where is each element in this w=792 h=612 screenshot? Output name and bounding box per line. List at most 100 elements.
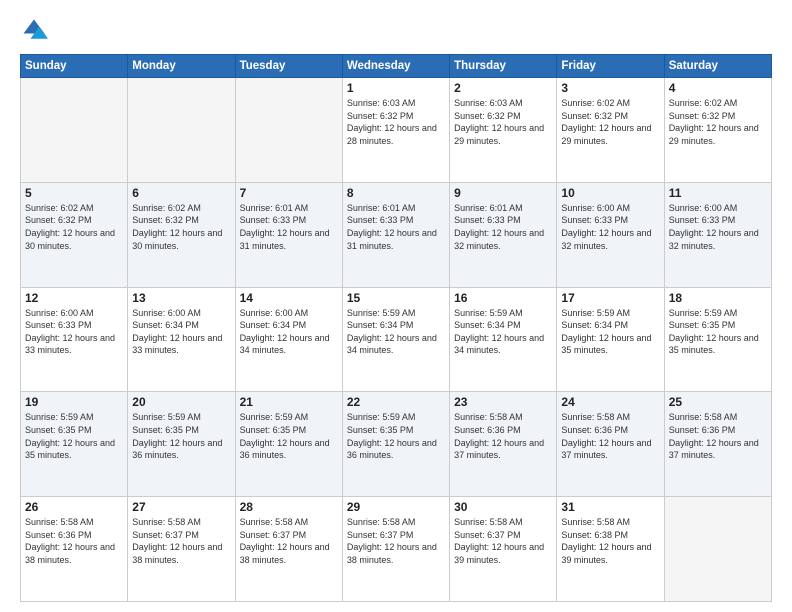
day-number: 20 — [132, 395, 230, 409]
logo-icon — [20, 16, 48, 44]
weekday-header: Wednesday — [342, 55, 449, 78]
page: SundayMondayTuesdayWednesdayThursdayFrid… — [0, 0, 792, 612]
calendar-table: SundayMondayTuesdayWednesdayThursdayFrid… — [20, 54, 772, 602]
calendar-day-cell: 20 Sunrise: 5:59 AMSunset: 6:35 PMDayligh… — [128, 392, 235, 497]
day-info: Sunrise: 6:02 AMSunset: 6:32 PMDaylight:… — [132, 202, 230, 252]
day-info: Sunrise: 6:00 AMSunset: 6:33 PMDaylight:… — [25, 307, 123, 357]
weekday-header: Monday — [128, 55, 235, 78]
day-info: Sunrise: 6:02 AMSunset: 6:32 PMDaylight:… — [25, 202, 123, 252]
weekday-header: Tuesday — [235, 55, 342, 78]
day-number: 28 — [240, 500, 338, 514]
logo — [20, 16, 52, 44]
day-info: Sunrise: 6:03 AMSunset: 6:32 PMDaylight:… — [454, 97, 552, 147]
calendar-day-cell: 1 Sunrise: 6:03 AMSunset: 6:32 PMDaylight… — [342, 78, 449, 183]
calendar-week-row: 1 Sunrise: 6:03 AMSunset: 6:32 PMDaylight… — [21, 78, 772, 183]
day-number: 10 — [561, 186, 659, 200]
calendar-day-cell: 11Sunrise: 6:00 AMSunset: 6:33 PMDayligh… — [664, 182, 771, 287]
weekday-header: Saturday — [664, 55, 771, 78]
calendar-day-cell: 31Sunrise: 5:58 AMSunset: 6:38 PMDayligh… — [557, 497, 664, 602]
calendar-week-row: 5 Sunrise: 6:02 AMSunset: 6:32 PMDaylight… — [21, 182, 772, 287]
day-number: 23 — [454, 395, 552, 409]
calendar-day-cell: 14 Sunrise: 6:00 AMSunset: 6:34 PMDayligh… — [235, 287, 342, 392]
calendar-day-cell: 6 Sunrise: 6:02 AMSunset: 6:32 PMDaylight… — [128, 182, 235, 287]
day-number: 31 — [561, 500, 659, 514]
day-info: Sunrise: 5:59 AMSunset: 6:35 PMDaylight:… — [240, 411, 338, 461]
day-number: 19 — [25, 395, 123, 409]
day-number: 9 — [454, 186, 552, 200]
day-number: 4 — [669, 81, 767, 95]
day-number: 30 — [454, 500, 552, 514]
day-number: 5 — [25, 186, 123, 200]
day-info: Sunrise: 5:58 AMSunset: 6:36 PMDaylight:… — [25, 516, 123, 566]
calendar-day-cell: 2 Sunrise: 6:03 AMSunset: 6:32 PMDaylight… — [450, 78, 557, 183]
day-info: Sunrise: 6:00 AMSunset: 6:34 PMDaylight:… — [132, 307, 230, 357]
calendar-day-cell — [664, 497, 771, 602]
calendar-day-cell — [235, 78, 342, 183]
day-info: Sunrise: 6:00 AMSunset: 6:33 PMDaylight:… — [561, 202, 659, 252]
calendar-day-cell: 27Sunrise: 5:58 AMSunset: 6:37 PMDayligh… — [128, 497, 235, 602]
day-info: Sunrise: 5:59 AMSunset: 6:34 PMDaylight:… — [454, 307, 552, 357]
calendar-day-cell: 30 Sunrise: 5:58 AMSunset: 6:37 PMDayligh… — [450, 497, 557, 602]
day-info: Sunrise: 5:58 AMSunset: 6:37 PMDaylight:… — [454, 516, 552, 566]
day-info: Sunrise: 5:59 AMSunset: 6:35 PMDaylight:… — [132, 411, 230, 461]
day-number: 25 — [669, 395, 767, 409]
day-info: Sunrise: 6:02 AMSunset: 6:32 PMDaylight:… — [561, 97, 659, 147]
calendar-day-cell: 17Sunrise: 5:59 AMSunset: 6:34 PMDayligh… — [557, 287, 664, 392]
calendar-week-row: 26 Sunrise: 5:58 AMSunset: 6:36 PMDayligh… — [21, 497, 772, 602]
day-number: 16 — [454, 291, 552, 305]
day-info: Sunrise: 6:01 AMSunset: 6:33 PMDaylight:… — [454, 202, 552, 252]
day-number: 6 — [132, 186, 230, 200]
day-info: Sunrise: 5:59 AMSunset: 6:35 PMDaylight:… — [669, 307, 767, 357]
weekday-header: Friday — [557, 55, 664, 78]
calendar-day-cell — [21, 78, 128, 183]
day-number: 15 — [347, 291, 445, 305]
calendar-week-row: 19 Sunrise: 5:59 AMSunset: 6:35 PMDayligh… — [21, 392, 772, 497]
calendar-day-cell: 13 Sunrise: 6:00 AMSunset: 6:34 PMDayligh… — [128, 287, 235, 392]
calendar-day-cell: 18 Sunrise: 5:59 AMSunset: 6:35 PMDayligh… — [664, 287, 771, 392]
day-number: 26 — [25, 500, 123, 514]
weekday-header: Thursday — [450, 55, 557, 78]
calendar-day-cell: 25 Sunrise: 5:58 AMSunset: 6:36 PMDayligh… — [664, 392, 771, 497]
day-number: 22 — [347, 395, 445, 409]
day-number: 3 — [561, 81, 659, 95]
calendar-day-cell: 7 Sunrise: 6:01 AMSunset: 6:33 PMDaylight… — [235, 182, 342, 287]
calendar-day-cell: 9 Sunrise: 6:01 AMSunset: 6:33 PMDaylight… — [450, 182, 557, 287]
day-info: Sunrise: 6:02 AMSunset: 6:32 PMDaylight:… — [669, 97, 767, 147]
day-info: Sunrise: 5:58 AMSunset: 6:36 PMDaylight:… — [669, 411, 767, 461]
weekday-header: Sunday — [21, 55, 128, 78]
calendar-day-cell: 29 Sunrise: 5:58 AMSunset: 6:37 PMDayligh… — [342, 497, 449, 602]
day-number: 8 — [347, 186, 445, 200]
day-info: Sunrise: 5:58 AMSunset: 6:37 PMDaylight:… — [132, 516, 230, 566]
calendar-day-cell: 8Sunrise: 6:01 AMSunset: 6:33 PMDaylight… — [342, 182, 449, 287]
day-info: Sunrise: 5:59 AMSunset: 6:34 PMDaylight:… — [347, 307, 445, 357]
day-number: 13 — [132, 291, 230, 305]
day-info: Sunrise: 6:03 AMSunset: 6:32 PMDaylight:… — [347, 97, 445, 147]
day-info: Sunrise: 6:00 AMSunset: 6:34 PMDaylight:… — [240, 307, 338, 357]
calendar-day-cell: 10 Sunrise: 6:00 AMSunset: 6:33 PMDayligh… — [557, 182, 664, 287]
day-number: 2 — [454, 81, 552, 95]
day-number: 24 — [561, 395, 659, 409]
day-info: Sunrise: 5:58 AMSunset: 6:37 PMDaylight:… — [347, 516, 445, 566]
day-info: Sunrise: 6:01 AMSunset: 6:33 PMDaylight:… — [240, 202, 338, 252]
calendar-day-cell: 16 Sunrise: 5:59 AMSunset: 6:34 PMDayligh… — [450, 287, 557, 392]
calendar-day-cell: 26 Sunrise: 5:58 AMSunset: 6:36 PMDayligh… — [21, 497, 128, 602]
day-number: 7 — [240, 186, 338, 200]
calendar-day-cell: 23 Sunrise: 5:58 AMSunset: 6:36 PMDayligh… — [450, 392, 557, 497]
day-number: 1 — [347, 81, 445, 95]
day-number: 14 — [240, 291, 338, 305]
day-info: Sunrise: 5:58 AMSunset: 6:36 PMDaylight:… — [561, 411, 659, 461]
day-number: 12 — [25, 291, 123, 305]
day-info: Sunrise: 5:59 AMSunset: 6:34 PMDaylight:… — [561, 307, 659, 357]
header — [20, 16, 772, 44]
calendar-day-cell: 28Sunrise: 5:58 AMSunset: 6:37 PMDayligh… — [235, 497, 342, 602]
calendar-day-cell: 19Sunrise: 5:59 AMSunset: 6:35 PMDayligh… — [21, 392, 128, 497]
calendar-day-cell: 5 Sunrise: 6:02 AMSunset: 6:32 PMDaylight… — [21, 182, 128, 287]
calendar-day-cell: 12 Sunrise: 6:00 AMSunset: 6:33 PMDayligh… — [21, 287, 128, 392]
day-number: 18 — [669, 291, 767, 305]
calendar-week-row: 12 Sunrise: 6:00 AMSunset: 6:33 PMDayligh… — [21, 287, 772, 392]
calendar-day-cell: 15 Sunrise: 5:59 AMSunset: 6:34 PMDayligh… — [342, 287, 449, 392]
day-number: 29 — [347, 500, 445, 514]
calendar-day-cell — [128, 78, 235, 183]
day-info: Sunrise: 5:58 AMSunset: 6:36 PMDaylight:… — [454, 411, 552, 461]
day-number: 11 — [669, 186, 767, 200]
